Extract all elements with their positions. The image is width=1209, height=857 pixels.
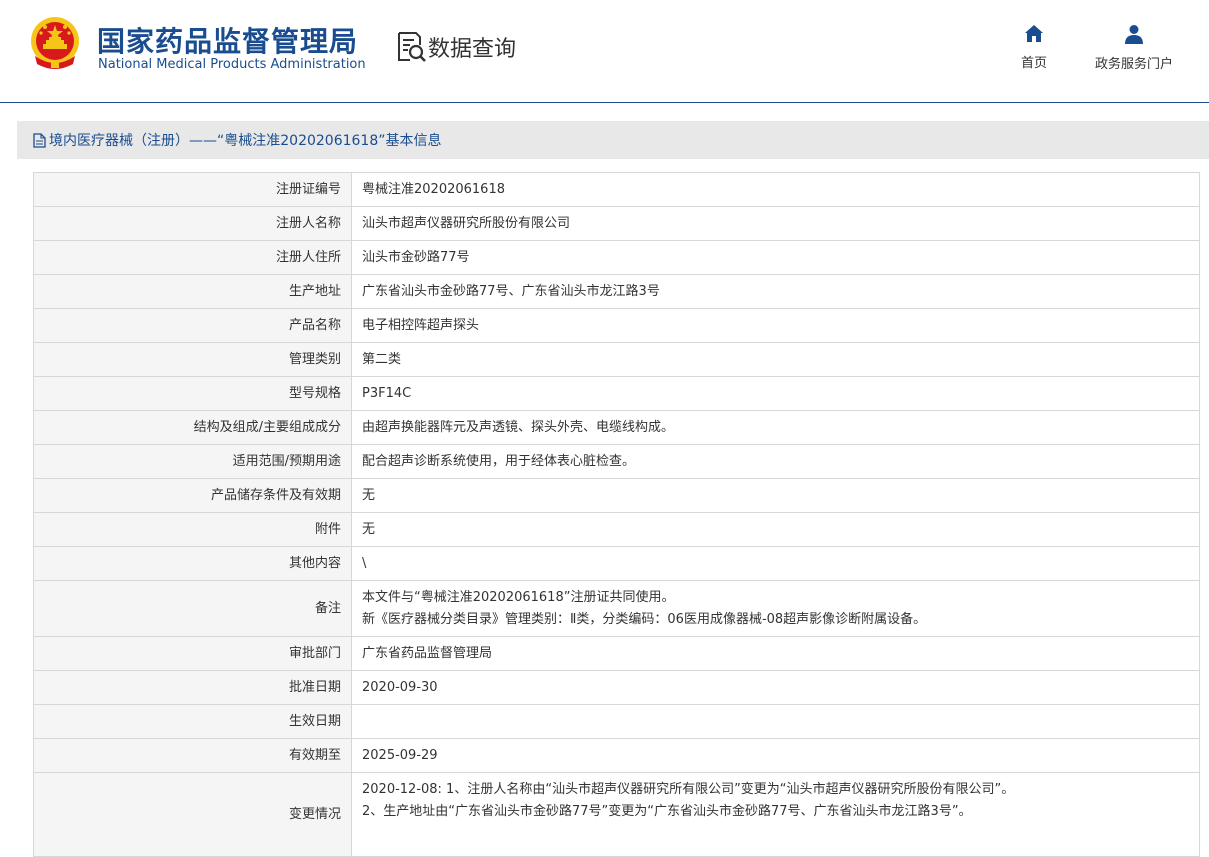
table-row: 注册人住所 汕头市金砂路77号 (33, 240, 1200, 275)
field-label: 管理类别 (33, 342, 352, 377)
field-label: 产品储存条件及有效期 (33, 478, 352, 513)
field-value: 汕头市超声仪器研究所股份有限公司 (351, 206, 1200, 241)
field-value: 广东省药品监督管理局 (351, 636, 1200, 671)
table-row: 批准日期 2020-09-30 (33, 670, 1200, 705)
field-value: P3F14C (351, 376, 1200, 411)
field-label: 注册人名称 (33, 206, 352, 241)
field-label: 生效日期 (33, 704, 352, 739)
table-row: 生效日期 (33, 704, 1200, 739)
table-row: 有效期至 2025-09-29 (33, 738, 1200, 773)
field-label: 审批部门 (33, 636, 352, 671)
field-label: 批准日期 (33, 670, 352, 705)
device-info-table: 注册证编号 粤械注准20202061618 注册人名称 汕头市超声仪器研究所股份… (33, 172, 1200, 857)
table-row: 其他内容 \ (33, 546, 1200, 581)
field-value: 由超声换能器阵元及声透镜、探头外壳、电缆线构成。 (351, 410, 1200, 445)
field-label: 附件 (33, 512, 352, 547)
field-value: 第二类 (351, 342, 1200, 377)
field-value: 2020-09-30 (351, 670, 1200, 705)
field-value: 无 (351, 512, 1200, 547)
table-row: 注册人名称 汕头市超声仪器研究所股份有限公司 (33, 206, 1200, 241)
field-label: 产品名称 (33, 308, 352, 343)
field-label: 有效期至 (33, 738, 352, 773)
field-label: 其他内容 (33, 546, 352, 581)
table-row: 生产地址 广东省汕头市金砂路77号、广东省汕头市龙江路3号 (33, 274, 1200, 309)
field-label: 生产地址 (33, 274, 352, 309)
field-value: 电子相控阵超声探头 (351, 308, 1200, 343)
table-row: 变更情况 2020-12-08: 1、注册人名称由“汕头市超声仪器研究所有限公司… (33, 772, 1200, 857)
org-name-en: National Medical Products Administration (98, 57, 366, 72)
change-line: 2020-12-08: 1、注册人名称由“汕头市超声仪器研究所有限公司”变更为“… (362, 782, 1015, 797)
table-row: 备注 本文件与“粤械注准20202061618”注册证共同使用。 新《医疗器械分… (33, 580, 1200, 637)
table-row: 管理类别 第二类 (33, 342, 1200, 377)
table-row: 结构及组成/主要组成成分 由超声换能器阵元及声透镜、探头外壳、电缆线构成。 (33, 410, 1200, 445)
table-row: 审批部门 广东省药品监督管理局 (33, 636, 1200, 671)
document-icon (33, 132, 46, 148)
field-label: 结构及组成/主要组成成分 (33, 410, 352, 445)
table-row: 产品名称 电子相控阵超声探头 (33, 308, 1200, 343)
panel-title-text: 境内医疗器械（注册）——“粤械注准20202061618”基本信息 (49, 133, 442, 149)
field-label: 备注 (33, 580, 352, 637)
field-label: 注册证编号 (33, 172, 352, 207)
user-icon (1125, 25, 1143, 44)
table-row: 产品储存条件及有效期 无 (33, 478, 1200, 513)
field-value: 2020-12-08: 1、注册人名称由“汕头市超声仪器研究所有限公司”变更为“… (351, 772, 1200, 857)
remark-line: 本文件与“粤械注准20202061618”注册证共同使用。 (362, 589, 675, 605)
org-name-cn: 国家药品监督管理局 (97, 25, 359, 58)
panel-title-bar: 境内医疗器械（注册）——“粤械注准20202061618”基本信息 (17, 121, 1209, 159)
nav-home-label: 首页 (1020, 56, 1047, 71)
field-value: 粤械注准20202061618 (351, 172, 1200, 207)
field-label: 注册人住所 (33, 240, 352, 275)
nav-home-link[interactable]: 首页 (1012, 24, 1056, 71)
field-label: 适用范围/预期用途 (33, 444, 352, 479)
table-row: 型号规格 P3F14C (33, 376, 1200, 411)
nav-portal-label: 政务服务门户 (1094, 57, 1173, 72)
change-line: 2、生产地址由“广东省汕头市金砂路77号”变更为“广东省汕头市金砂路77号、广东… (362, 804, 972, 819)
nav-portal-link[interactable]: 政务服务门户 (1083, 24, 1185, 72)
table-row: 附件 无 (33, 512, 1200, 547)
field-label: 变更情况 (33, 772, 352, 857)
field-value: 汕头市金砂路77号 (351, 240, 1200, 275)
field-value: 2025-09-29 (351, 738, 1200, 773)
field-value: 配合超声诊断系统使用，用于经体表心脏检查。 (351, 444, 1200, 479)
home-icon (1025, 25, 1043, 42)
remark-line: 新《医疗器械分类目录》管理类别：Ⅱ类，分类编码：06医用成像器械-08超声影像诊… (362, 611, 927, 627)
data-query-label: 数据查询 (428, 37, 517, 62)
table-row: 适用范围/预期用途 配合超声诊断系统使用，用于经体表心脏检查。 (33, 444, 1200, 479)
table-row: 注册证编号 粤械注准20202061618 (33, 172, 1200, 207)
field-value (351, 704, 1200, 739)
field-value: 无 (351, 478, 1200, 513)
document-search-icon (398, 32, 426, 62)
data-query-title: 数据查询 (396, 30, 516, 64)
field-value: \ (351, 546, 1200, 581)
field-label: 型号规格 (33, 376, 352, 411)
national-emblem-logo (31, 17, 79, 69)
site-header: 国家药品监督管理局 National Medical Products Admi… (0, 0, 1209, 103)
field-value: 广东省汕头市金砂路77号、广东省汕头市龙江路3号 (351, 274, 1200, 309)
field-value: 本文件与“粤械注准20202061618”注册证共同使用。 新《医疗器械分类目录… (351, 580, 1200, 637)
